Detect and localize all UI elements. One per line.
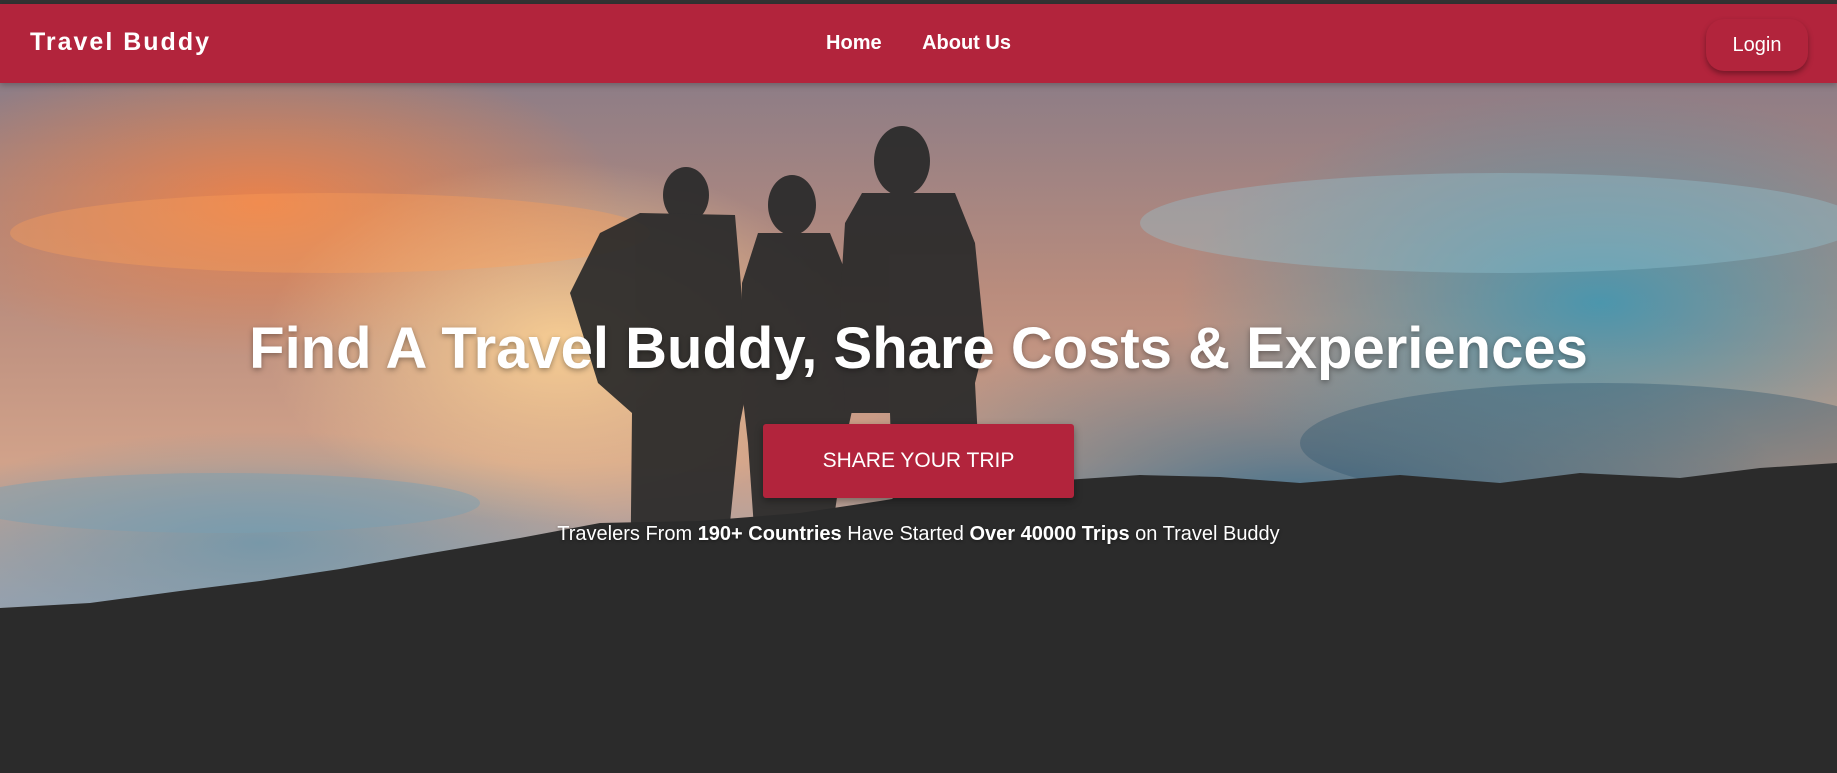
hero-section: Find A Travel Buddy, Share Costs & Exper… [0,83,1837,773]
navbar: Travel Buddy Home About Us Login [0,4,1837,83]
stats-middle: Have Started [841,523,970,545]
nav-link-home[interactable]: Home [826,32,882,55]
nav-link-about-us[interactable]: About Us [922,32,1011,55]
stats-trips: Over 40000 Trips [969,523,1130,545]
hero-stats-text: Travelers From 190+ Countries Have Start… [0,523,1837,546]
hero-headline: Find A Travel Buddy, Share Costs & Exper… [249,316,1588,381]
stats-prefix: Travelers From [557,523,698,545]
share-your-trip-button[interactable]: SHARE YOUR TRIP [763,424,1074,498]
nav-links: Home About Us [0,32,1837,55]
login-button[interactable]: Login [1706,19,1808,71]
stats-countries: 190+ Countries [697,523,842,545]
stats-suffix: on Travel Buddy [1129,523,1280,545]
